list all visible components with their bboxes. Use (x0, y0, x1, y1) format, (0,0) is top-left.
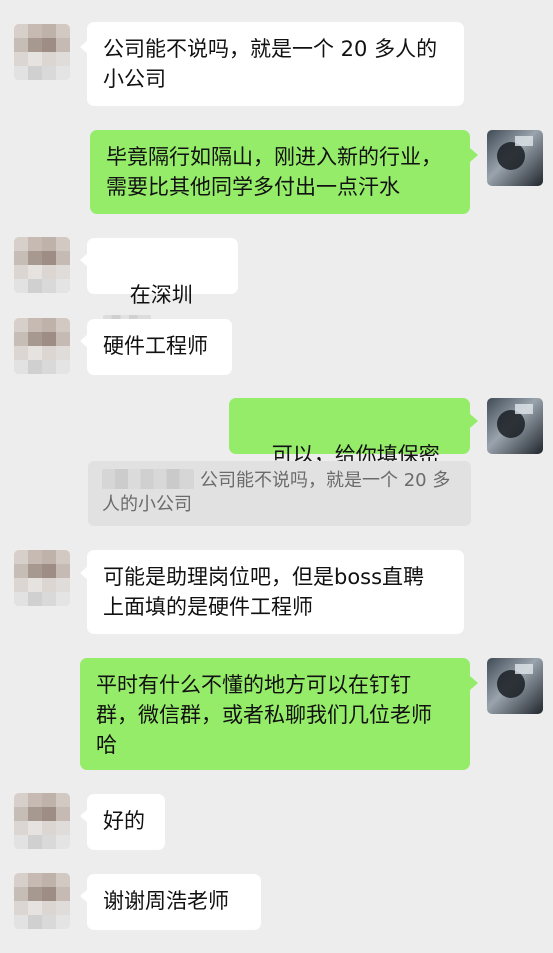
contact-avatar[interactable] (14, 24, 70, 80)
message-bubble[interactable]: 毕竟隔行如隔山，刚进入新的行业， 需要比其他同学多付出一点汗水 (90, 130, 470, 214)
contact-avatar[interactable] (14, 318, 70, 374)
quoted-message[interactable]: 公司能不说吗，就是一个 20 多 人的小公司 (88, 461, 471, 526)
message-bubble[interactable]: 好的 (87, 794, 165, 850)
message-text: 在深圳 (129, 283, 193, 307)
message-bubble[interactable]: 硬件工程师 (87, 319, 232, 375)
message-bubble[interactable]: 谢谢周浩老师 (87, 874, 261, 930)
self-avatar[interactable] (487, 398, 543, 454)
bubble-tail (470, 676, 478, 690)
quote-text-line-2: 人的小公司 (102, 494, 192, 515)
bubble-tail (470, 148, 478, 162)
redacted-sender (102, 469, 194, 489)
message-bubble[interactable]: 在深圳 (87, 238, 238, 335)
message-bubble[interactable]: 公司能不说吗，就是一个 20 多人的 小公司 (87, 22, 464, 106)
message-bubble[interactable]: 可能是助理岗位吧，但是boss直聘 上面填的是硬件工程师 (87, 550, 464, 634)
quote-text-line-1: 公司能不说吗，就是一个 20 多 (200, 470, 451, 491)
message-bubble[interactable]: 平时有什么不懂的地方可以在钉钉 群，微信群，或者私聊我们几位老师 哈 (80, 658, 470, 770)
self-avatar[interactable] (487, 130, 543, 186)
contact-avatar[interactable] (14, 793, 70, 849)
contact-avatar[interactable] (14, 873, 70, 929)
message-bubble[interactable]: 可以，给你填保密 (229, 398, 470, 497)
bubble-tail (470, 414, 478, 428)
contact-avatar[interactable] (14, 237, 70, 293)
chat-conversation: 公司能不说吗，就是一个 20 多人的 小公司 毕竟隔行如隔山，刚进入新的行业， … (0, 0, 553, 953)
contact-avatar[interactable] (14, 550, 70, 606)
self-avatar[interactable] (487, 658, 543, 714)
